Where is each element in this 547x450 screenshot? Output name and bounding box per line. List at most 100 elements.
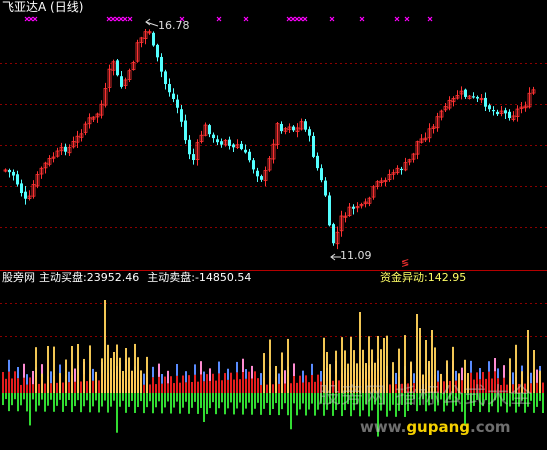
sell-bar xyxy=(266,393,268,403)
indicator-bar xyxy=(125,348,127,413)
candle xyxy=(87,113,92,129)
fund-value: 142.95 xyxy=(427,271,467,284)
indicator-bar xyxy=(206,374,208,415)
red-bar xyxy=(44,383,46,393)
indicator-bar xyxy=(230,372,232,403)
flow-bar xyxy=(50,371,52,384)
red-bar xyxy=(74,381,76,393)
red-bar xyxy=(536,382,538,393)
sell-bar xyxy=(143,393,145,414)
indicator-bar xyxy=(275,365,277,404)
flow-bar xyxy=(503,365,505,378)
sell-bar xyxy=(158,393,160,402)
sell-bar xyxy=(170,393,172,414)
sell-bar xyxy=(254,393,256,409)
buy-bar xyxy=(131,370,133,393)
candle xyxy=(47,155,52,167)
sell-bar xyxy=(257,393,259,403)
indicator-bar xyxy=(311,363,313,404)
sell-bar xyxy=(248,393,250,403)
red-bar xyxy=(284,383,286,393)
sell-bar xyxy=(146,393,148,408)
candle xyxy=(208,123,211,138)
buy-bar xyxy=(539,370,541,393)
sell-bar xyxy=(17,393,19,412)
candle xyxy=(55,147,60,158)
candle xyxy=(143,29,148,45)
signal-marker xyxy=(32,16,38,22)
watermark-url: www.gupang.com xyxy=(360,418,511,436)
indicator-bar xyxy=(8,359,10,412)
sell-bar xyxy=(191,393,193,408)
candle xyxy=(523,101,528,112)
candle xyxy=(127,68,132,83)
indicator-bar xyxy=(101,358,103,407)
candle xyxy=(407,158,412,166)
buy-bar xyxy=(134,343,136,393)
volume-bars[interactable] xyxy=(2,300,544,437)
indicator-bar xyxy=(227,368,229,409)
sell-bar xyxy=(227,393,229,409)
sell-bar xyxy=(20,393,22,406)
sell-bar xyxy=(116,393,118,433)
chart-window[interactable]: ≶ 飞亚达A (日线) 16.78 11.09 股旁网 主动买盘:23952.46… xyxy=(0,0,547,446)
flow-bar xyxy=(194,364,196,375)
flow-bar xyxy=(395,372,397,385)
sell-bar xyxy=(188,393,190,414)
red-bar xyxy=(143,384,145,393)
red-bar xyxy=(98,380,100,393)
signal-marker xyxy=(290,16,296,22)
flow-bar xyxy=(143,373,145,385)
candle xyxy=(383,177,388,187)
indicator-bar xyxy=(38,383,40,406)
indicator-bar xyxy=(62,382,64,412)
candle-body xyxy=(244,149,247,153)
sell-bar xyxy=(197,393,199,414)
sell-bar xyxy=(245,393,247,409)
sell-bar xyxy=(95,393,97,401)
red-bar xyxy=(239,379,241,393)
indicator-bar xyxy=(287,338,289,416)
candle xyxy=(156,43,159,62)
red-bar xyxy=(290,383,292,393)
candle xyxy=(352,204,355,215)
indicator-bar xyxy=(47,346,49,406)
signal-marker xyxy=(329,16,335,22)
candle xyxy=(71,136,76,149)
candle xyxy=(263,166,268,187)
candle xyxy=(16,170,19,187)
chart-canvas[interactable]: ≶ xyxy=(0,0,547,446)
red-bar xyxy=(62,382,64,393)
low-price-label: 11.09 xyxy=(340,249,372,262)
indicator-bar xyxy=(305,375,307,416)
red-bar xyxy=(203,381,205,393)
candle xyxy=(332,222,335,246)
candle-body xyxy=(228,139,231,146)
red-bar xyxy=(188,375,190,393)
buy-bar xyxy=(416,314,418,393)
candle xyxy=(292,125,295,133)
indicator-bar xyxy=(83,358,85,407)
signal-marker xyxy=(394,16,400,22)
red-bar xyxy=(161,383,163,393)
candle xyxy=(20,179,23,197)
indicator-bar xyxy=(152,366,154,414)
candlestick-series[interactable] xyxy=(3,29,536,250)
candle-body xyxy=(292,126,295,131)
sell-bar xyxy=(182,393,184,408)
red-bar xyxy=(230,372,232,393)
candle-body xyxy=(188,139,191,155)
sell-bar xyxy=(62,393,64,412)
sell-bar xyxy=(32,393,34,400)
indicator-bar xyxy=(314,381,316,416)
buy-legend: 主动买盘:23952.46 xyxy=(39,271,143,284)
sell-bar xyxy=(98,393,100,413)
sell-bar xyxy=(161,393,163,414)
red-bar xyxy=(260,384,262,393)
sell-bar xyxy=(92,393,94,407)
sell-bar xyxy=(164,393,166,408)
sell-bar xyxy=(296,393,298,416)
sell-bar xyxy=(101,393,103,407)
indicator-bar xyxy=(92,368,94,407)
red-bar xyxy=(20,384,22,393)
